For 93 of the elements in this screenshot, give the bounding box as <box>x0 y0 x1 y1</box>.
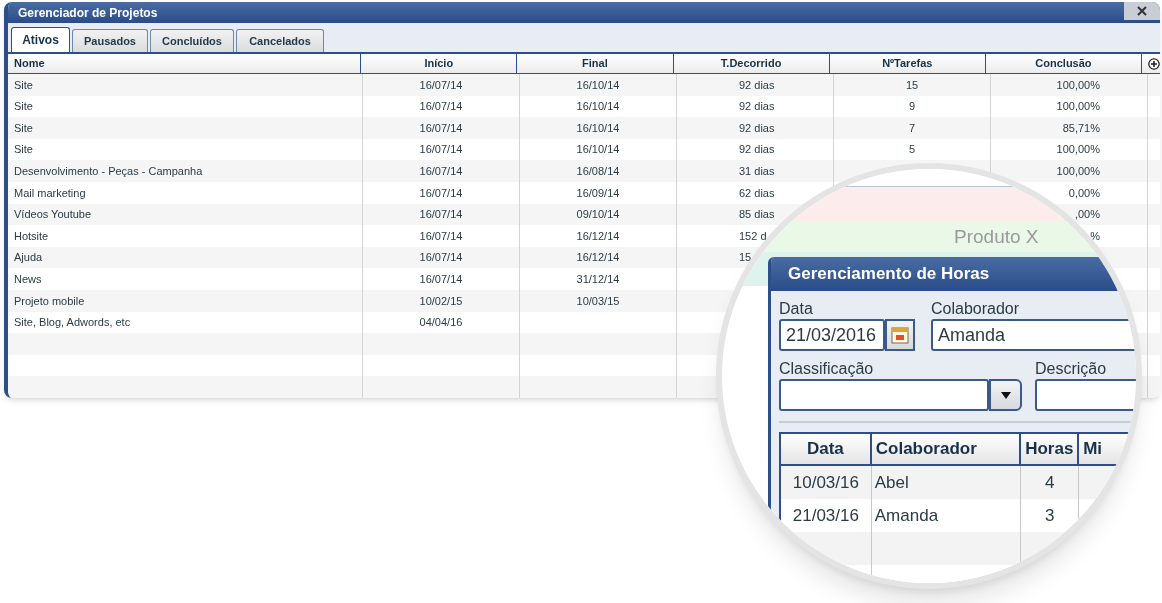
table-cell-text: 16/07/14 <box>419 164 463 180</box>
tab[interactable]: Ativos <box>11 26 70 52</box>
table-cell-text: 16/10/14 <box>576 99 620 115</box>
column-header[interactable]: Início <box>361 53 518 74</box>
close-icon <box>1136 6 1148 16</box>
table-cell-text: 85,71% <box>1062 120 1100 136</box>
table-cell-text: 16/07/14 <box>419 120 463 136</box>
table-cell-text: 5 <box>908 142 916 158</box>
column-header[interactable]: Final <box>517 53 674 74</box>
dialog-title: Gerenciamento de Horas <box>788 263 990 286</box>
table-cell-text: Site, Blog, Adwords, etc <box>14 315 131 331</box>
table-cell-text: 92 dias <box>739 77 775 93</box>
row-label: Produto X <box>954 224 1039 249</box>
table-cell-text: 100,00% <box>1056 164 1100 180</box>
table-cell-text: Amanda <box>874 504 939 527</box>
calendar-icon <box>890 325 910 345</box>
table-cell-text: 16/12/14 <box>576 228 620 244</box>
table-cell-text: 15 <box>905 77 919 93</box>
date-field[interactable]: 21/03/2016 <box>779 319 885 351</box>
table-cell-text: Mail marketing <box>14 185 86 201</box>
tab[interactable]: Pausados <box>72 28 148 52</box>
dropdown-button[interactable] <box>989 379 1022 411</box>
table-cell-text: ,00% <box>1074 207 1100 223</box>
table-cell-text: % <box>1090 228 1100 244</box>
table-cell-text: 16/07/14 <box>419 207 463 223</box>
table-cell-text: Projeto mobile <box>14 293 85 309</box>
table-cell-text: 100,00% <box>1056 142 1100 158</box>
table-cell-text: 62 dias <box>739 185 775 201</box>
field-label: Data <box>779 299 814 319</box>
classification-select[interactable] <box>779 379 989 411</box>
table-cell-text: 09/10/14 <box>576 207 620 223</box>
close-button[interactable] <box>1124 2 1160 20</box>
column-header[interactable]: Colaborador <box>871 434 1022 464</box>
table-cell-text: 16/10/14 <box>576 77 620 93</box>
field-label: Classificação <box>779 359 875 379</box>
field-label: Colaborador <box>931 299 1021 319</box>
column-header[interactable]: T.Decorrido <box>673 53 830 74</box>
table-cell-text: 16/10/14 <box>576 120 620 136</box>
table-cell-text: 100,00% <box>1056 77 1100 93</box>
add-column-icon[interactable] <box>1148 57 1160 70</box>
table-cell-text: 16/07/14 <box>419 250 463 266</box>
table-cell-text: 16/07/14 <box>419 142 463 158</box>
table-cell-text: Ajuda <box>14 250 43 266</box>
table-cell-text: 16/07/14 <box>419 99 463 115</box>
column-header[interactable]: NºTarefas <box>829 53 986 74</box>
table-cell-text: 31/12/14 <box>576 272 620 287</box>
table-cell-text: 0,00% <box>1068 185 1100 201</box>
table-cell-text: Site <box>14 99 33 115</box>
column-header[interactable]: Conclusão <box>985 53 1143 74</box>
caret-icon <box>1000 391 1011 399</box>
table-cell-text: Hotsite <box>14 228 49 244</box>
table-cell-text: 100,00% <box>1056 99 1100 115</box>
calendar-button[interactable] <box>885 319 915 351</box>
table-cell-text: Site <box>14 142 33 158</box>
table-cell-text: 04/04/16 <box>419 315 463 331</box>
table-cell-text: Vídeos Youtube <box>14 207 92 223</box>
column-header[interactable]: Nome <box>8 53 362 74</box>
table-cell-text: 9 <box>908 99 916 115</box>
table-cell-text: 16/10/14 <box>576 142 620 158</box>
table-cell-text: 92 dias <box>739 142 775 158</box>
column-header[interactable]: Horas <box>1021 434 1080 464</box>
column-header[interactable]: Data <box>781 434 872 464</box>
table-cell-text: Desenvolvimento - Peças - Campanha <box>14 164 203 180</box>
table-cell-text: 16/08/14 <box>576 164 620 180</box>
table-cell-text: Abel <box>874 471 909 494</box>
table-cell-text: 16/07/14 <box>419 228 463 244</box>
tab[interactable]: Cancelados <box>236 28 324 52</box>
input-field[interactable]: Amanda <box>931 319 1136 351</box>
table-cell-text: 31 dias <box>739 164 775 180</box>
table-cell-text: 3 <box>1045 504 1055 527</box>
table-cell-text: News <box>14 272 42 287</box>
window-title: Gerenciador de Projetos <box>18 4 158 22</box>
table-cell-text: 7 <box>908 120 916 136</box>
table-cell-text: 92 dias <box>739 99 775 115</box>
table-cell-text: 16/07/14 <box>419 185 463 201</box>
table-cell-text: 16/12/14 <box>576 250 620 266</box>
table-cell-text: 85 dias <box>739 207 775 223</box>
column-header[interactable]: Mi <box>1079 434 1136 464</box>
table-cell-text: 92 dias <box>739 120 775 136</box>
table-cell-text: 10/03/15 <box>576 293 620 309</box>
table-cell-text: 21/03/16 <box>792 504 859 527</box>
table-cell-text: Site <box>14 120 33 136</box>
table-cell-text: Site <box>14 77 33 93</box>
tab[interactable]: Concluídos <box>150 28 234 52</box>
table-cell-text: 152 d <box>739 228 767 244</box>
table-cell-text: 4 <box>1045 471 1055 494</box>
table-cell-text: 16/07/14 <box>419 272 463 287</box>
field-label: Descrição <box>1035 359 1108 379</box>
table-cell-text: 10/02/15 <box>419 293 463 309</box>
table-cell-text: 15 <box>739 250 752 266</box>
table-cell-text: 10/03/16 <box>792 471 859 494</box>
table-cell-text: 16/09/14 <box>576 185 620 201</box>
table-cell-text: 16/07/14 <box>419 77 463 93</box>
